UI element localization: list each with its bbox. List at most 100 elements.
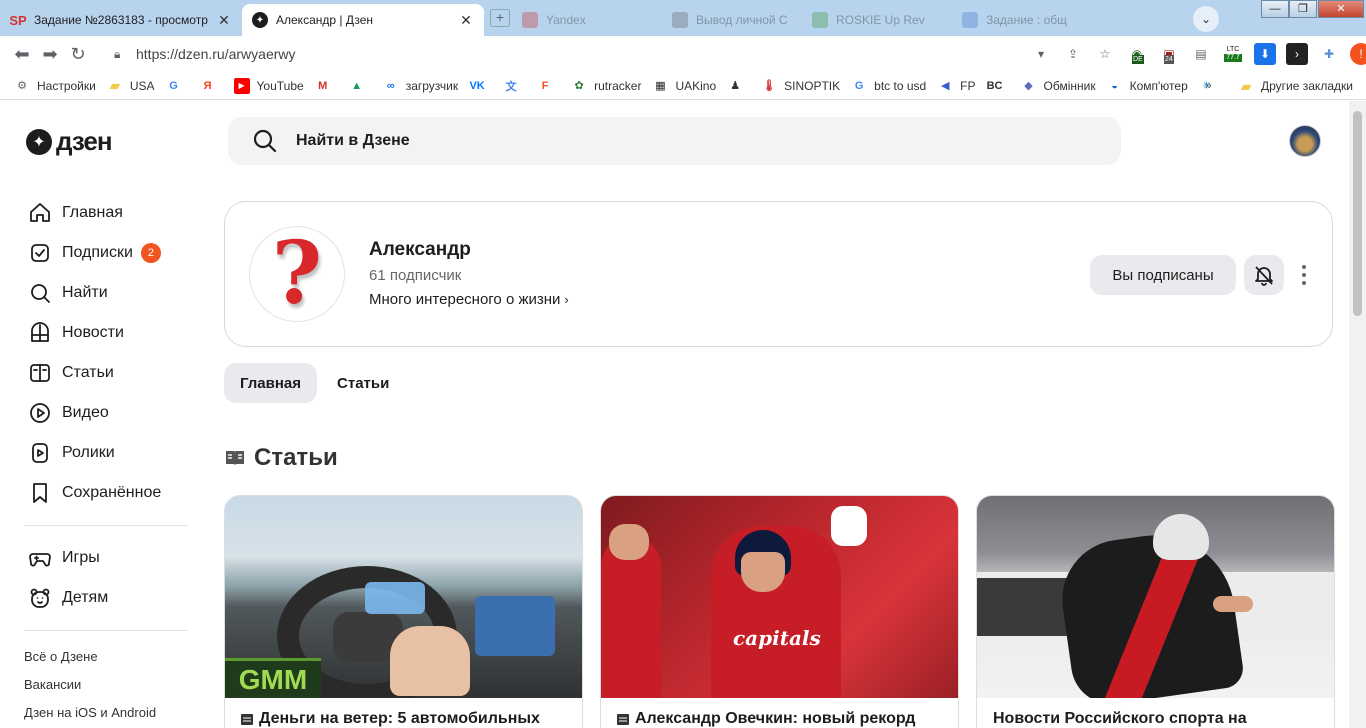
forward-arrow-icon[interactable]: ➡ [36,40,64,68]
browser-tab[interactable]: Задание : общ [952,4,1102,36]
bookmark-item[interactable]: Я [200,78,223,94]
sidebar-item-news[interactable]: Новости [24,313,194,353]
footer-link[interactable]: Дзен на iOS и Android [24,699,194,727]
sidebar-item-bookmark[interactable]: Сохранённое [24,473,194,513]
bookmark-item[interactable]: ◀ FP [937,78,976,94]
browser-tab-active[interactable]: ✦ Александр | Дзен ✕ [242,4,484,36]
star-bookmark-icon[interactable]: ☆ [1094,43,1116,65]
tab-title: ROSKIE Up Rev [836,13,925,27]
terminal-extension-icon[interactable]: › [1286,43,1308,65]
google-icon: G [169,79,178,92]
other-bookmarks-folder[interactable]: ▰ Другие закладки [1238,78,1353,94]
article-title: Александр Овечкин: новый рекорд [617,710,915,728]
scrollbar-thumb[interactable] [1353,111,1362,316]
bookmark-item[interactable]: ◒ Комп'ютер [1107,78,1187,94]
new-tab-button[interactable]: + [490,9,510,27]
close-icon[interactable]: ✕ [458,12,474,29]
dropdown-caret-icon[interactable]: ▾ [1030,43,1052,65]
footer-link[interactable]: Всё о Дзене [24,643,194,671]
close-icon[interactable]: ✕ [216,12,232,29]
article-card[interactable]: GMM Деньги на ветер: 5 автомобильных [224,495,583,728]
bookmark-item[interactable]: ▲ [349,78,372,94]
reload-icon[interactable]: ↻ [64,40,92,68]
bookmark-item[interactable]: ♟ [727,78,750,94]
download-extension-icon[interactable]: ⬇ [1254,43,1276,65]
fp-icon: ◀ [940,80,950,92]
bookmark-item[interactable]: ▦ UAKino [652,78,716,94]
bookmark-item[interactable]: Gbtc to usd [851,78,926,94]
sidebar-item-subscriptions[interactable]: Подписки 2 [24,233,194,273]
channel-avatar[interactable]: ? [249,226,345,322]
channel-subscribers: 61 подписчик [369,267,462,284]
browser-tab[interactable]: SP Задание №2863183 - просмотр з ✕ [0,4,242,36]
bookmark-item[interactable]: ▰ USA [107,77,154,94]
article-image-car-interior: GMM [225,496,582,698]
article-card[interactable]: capitals Александр Овечкин: новый рекорд [600,495,959,728]
bookmarks-overflow-button[interactable]: » [1205,78,1212,92]
sidebar-nav: Главная Подписки 2 Найти Новости Статьи Видео Р… [24,193,194,727]
article-card[interactable]: ive Новости Российского спорта на [976,495,1335,728]
globe-extension-icon[interactable]: ◉ DE [1126,43,1148,65]
tab-articles[interactable]: Статьи [321,363,405,403]
bookmark-item[interactable]: ∞ загрузчик [383,78,458,94]
tab-search-chevron-icon[interactable]: ⌄ [1193,6,1219,32]
bookmark-item[interactable]: 文 [503,78,526,94]
bookmark-item[interactable]: G [166,78,189,94]
sidebar-item-bear[interactable]: Детям [24,578,194,618]
bookmark-item[interactable]: F [537,78,560,94]
uakino-icon: ▦ [655,80,666,92]
bookmark-item[interactable]: 🌡︎ SINOPTIK [761,78,840,94]
bookmark-item[interactable]: M [315,78,338,94]
bookmark-label: Настройки [37,78,96,93]
shorts-icon [32,443,48,463]
sidebar-item-label: Статьи [62,364,114,381]
minimize-button[interactable]: — [1261,0,1289,18]
sidebar-item-home[interactable]: Главная [24,193,194,233]
bookmark-item[interactable]: ◆ Обмінник [1021,78,1095,94]
sidebar-item-shorts[interactable]: Ролики [24,433,194,473]
sidebar-item-articles[interactable]: Статьи [24,353,194,393]
profile-avatar-icon[interactable]: ! [1350,43,1366,65]
articles-section-title[interactable]: Статьи [224,444,338,472]
bookmark-item[interactable]: VK [469,78,492,94]
bookmark-item[interactable]: ⚙ Настройки [14,78,96,94]
ltc-extension-icon[interactable]: LTC 77.7 [1222,43,1244,65]
bookmark-item[interactable]: ▶ YouTube [233,77,304,94]
channel-description-link[interactable]: Много интересного о жизни › [369,291,569,308]
sidebar-item-video[interactable]: Видео [24,393,194,433]
footer-link[interactable]: Вакансии [24,671,194,699]
sidebar-item-gamepad[interactable]: Игры [24,538,194,578]
search-placeholder: Найти в Дзене [296,132,410,149]
news24-extension-icon[interactable]: ▣ 24 [1158,43,1180,65]
bookmark-item[interactable]: BC [987,78,1010,94]
page-scrollbar[interactable] [1349,101,1366,728]
gamepad-icon [29,553,51,567]
browser-tab[interactable]: Yandex [512,4,662,36]
more-options-icon[interactable] [1293,255,1315,295]
sidebar-item-label: Главная [62,204,123,221]
thermometer-icon: 🌡︎ [762,80,777,92]
tab-favicon [962,12,978,28]
articles-icon [30,364,50,382]
news-icon [31,322,49,342]
address-bar[interactable]: 🔒︎ https://dzen.ru/arwyaerwy [100,40,1100,68]
sidebar-item-search[interactable]: Найти [24,273,194,313]
bookmarks-bar: ⚙ Настройки ▰ USA G Я ▶ YouTube M ▲ ∞ загрузчик VK 文 F… [0,72,1366,100]
maximize-button[interactable]: ❐ [1289,0,1317,18]
puzzle-extensions-icon[interactable]: ✚ [1318,43,1340,65]
subscribed-button[interactable]: Вы подписаны [1090,255,1236,295]
url-text[interactable]: https://dzen.ru/arwyaerwy [136,46,296,62]
tab-home[interactable]: Главная [224,363,318,403]
notifications-off-button[interactable] [1244,255,1284,295]
user-avatar[interactable] [1289,125,1321,157]
browser-tab[interactable]: ROSKIE Up Rev [802,4,952,36]
bookmark-item[interactable]: ✿ rutracker [571,78,641,94]
dzen-logo[interactable]: ✦ дзен [26,126,113,157]
tab-title: Вывод личной С [696,13,788,27]
share-icon[interactable]: ⇪ [1062,43,1084,65]
browser-tab[interactable]: Вывод личной С [662,4,802,36]
back-arrow-icon[interactable]: ⬅ [8,40,36,68]
search-input[interactable]: Найти в Дзене [228,117,1121,165]
printer-extension-icon[interactable]: ▤ [1190,43,1212,65]
window-close-button[interactable]: ✕ [1318,0,1364,18]
